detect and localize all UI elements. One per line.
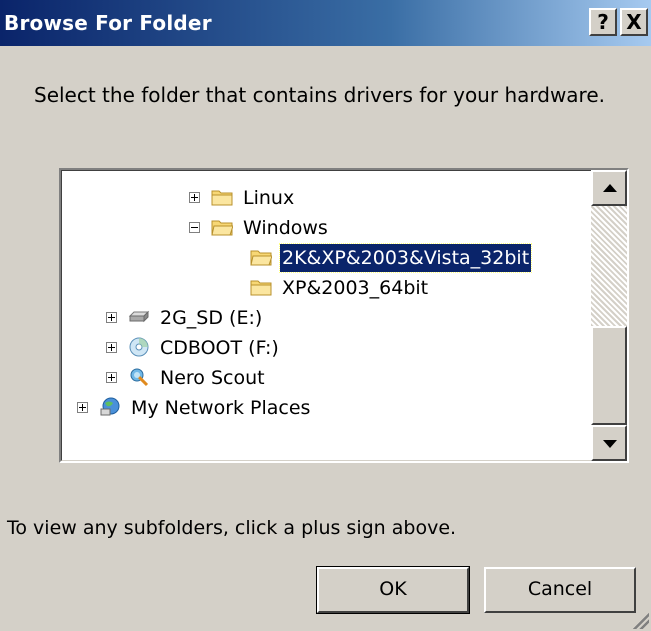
- scroll-up-button[interactable]: [591, 170, 627, 206]
- scroll-down-button[interactable]: [591, 425, 627, 461]
- collapse-icon[interactable]: [189, 222, 200, 233]
- instruction-text: Select the folder that contains drivers …: [34, 83, 605, 107]
- tree-item-label: XP&2003_64bit: [282, 277, 429, 299]
- tree-item-label: My Network Places: [131, 397, 311, 419]
- tree-item-label: Windows: [243, 217, 328, 239]
- window-title: Browse For Folder: [4, 11, 212, 35]
- tree-item-label: Linux: [243, 187, 295, 209]
- arrow-down-icon: [603, 440, 617, 448]
- folder-open-icon: [250, 250, 272, 266]
- expand-icon[interactable]: [106, 372, 117, 383]
- nero-scout-icon: [130, 368, 149, 387]
- close-button[interactable]: X: [620, 8, 648, 36]
- folder-tree[interactable]: Linux Windows 2K&XP&2003&Vista_32bit XP&…: [59, 168, 629, 463]
- expand-icon[interactable]: [189, 192, 200, 203]
- scroll-track[interactable]: [591, 206, 627, 326]
- folder-open-icon: [211, 220, 233, 236]
- expand-icon[interactable]: [106, 312, 117, 323]
- browse-for-folder-dialog: Browse For Folder ? X Select the folder …: [0, 0, 651, 631]
- arrow-up-icon: [603, 184, 617, 192]
- hint-text: To view any subfolders, click a plus sig…: [7, 517, 457, 539]
- removable-drive-icon: [128, 310, 150, 323]
- expand-icon[interactable]: [77, 402, 88, 413]
- cancel-button[interactable]: Cancel: [484, 567, 636, 613]
- tree-item-label: 2G_SD (E:): [160, 307, 263, 329]
- tree-item-label: Nero Scout: [160, 367, 265, 389]
- ok-button[interactable]: OK: [316, 566, 470, 614]
- resize-grip-icon[interactable]: [633, 613, 649, 629]
- folder-icon: [211, 190, 233, 206]
- tree-item-label: CDBOOT (F:): [160, 337, 279, 359]
- help-button[interactable]: ?: [589, 8, 617, 36]
- network-places-icon: [100, 397, 120, 416]
- cd-drive-icon: [129, 337, 149, 357]
- expand-icon[interactable]: [106, 342, 117, 353]
- tree-vertical-scrollbar[interactable]: [591, 170, 627, 461]
- tree-item-label-selected: 2K&XP&2003&Vista_32bit: [278, 243, 533, 273]
- title-bar[interactable]: Browse For Folder ? X: [0, 0, 651, 46]
- folder-icon: [250, 280, 272, 296]
- scroll-thumb[interactable]: [591, 326, 627, 425]
